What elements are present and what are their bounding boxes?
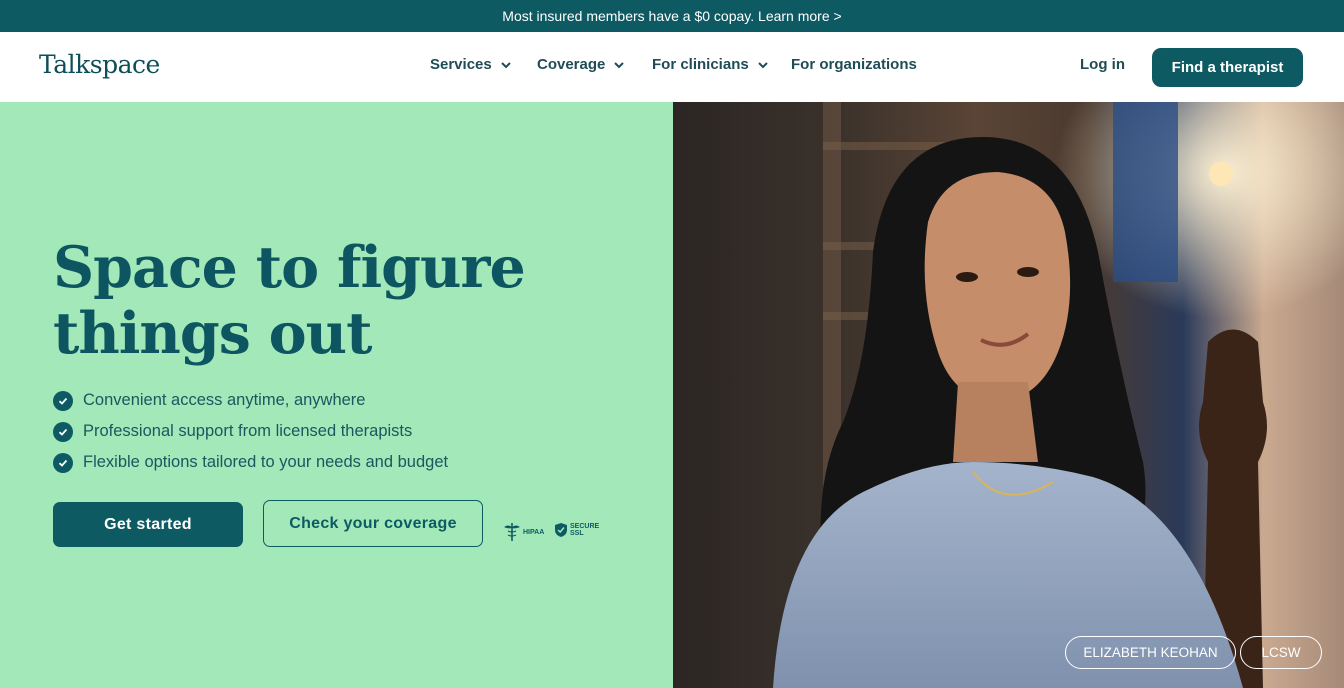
therapist-name-caption: ELIZABETH KEOHAN	[1065, 636, 1236, 669]
hipaa-text: HIPAA	[523, 528, 545, 536]
hipaa-badge: HIPAA	[503, 522, 544, 542]
ssl-text-line-2: SSL	[570, 530, 584, 537]
login-link[interactable]: Log in	[1080, 56, 1125, 73]
nav-item-for-clinicians[interactable]: For clinicians	[652, 56, 769, 73]
get-started-button[interactable]: Get started	[53, 502, 243, 547]
hero-panel: Space to figure things out Convenient ac…	[0, 102, 673, 688]
check-circle-icon	[53, 390, 73, 411]
benefit-item: Flexible options tailored to your needs …	[53, 447, 448, 478]
benefit-text: Flexible options tailored to your needs …	[83, 453, 449, 471]
check-coverage-button[interactable]: Check your coverage	[263, 500, 483, 547]
nav-item-for-organizations[interactable]: For organizations	[791, 56, 917, 73]
chevron-down-icon	[501, 61, 511, 68]
therapist-credential-caption: LCSW	[1240, 636, 1322, 669]
chevron-down-icon	[757, 61, 768, 68]
top-banner-link[interactable]: Most insured members have a $0 copay. Le…	[0, 0, 1344, 32]
nav-item-label: Coverage	[537, 56, 606, 73]
hero-photo: ELIZABETH KEOHAN LCSW	[673, 102, 1344, 688]
nav-item-label: For organizations	[791, 56, 917, 73]
benefit-item: Convenient access anytime, anywhere	[53, 385, 448, 416]
find-therapist-button[interactable]: Find a therapist	[1152, 48, 1303, 87]
caduceus-icon	[504, 523, 520, 541]
banner-text: Most insured members have a $0 copay. Le…	[502, 8, 842, 24]
benefit-item: Professional support from licensed thera…	[53, 416, 448, 447]
therapist-portrait-image	[673, 102, 1344, 688]
nav-item-label: For clinicians	[652, 56, 749, 73]
headline-line-2: things out	[53, 300, 372, 367]
hero-headline: Space to figure things out	[53, 235, 613, 367]
ssl-text-line-1: SECURE	[570, 523, 600, 530]
shield-check-icon	[555, 523, 567, 537]
ssl-text: SECURE SSL	[570, 523, 599, 537]
benefit-list: Convenient access anytime, anywhere Prof…	[53, 385, 448, 478]
nav-item-coverage[interactable]: Coverage	[537, 56, 625, 73]
chevron-down-icon	[614, 61, 625, 68]
benefit-text: Professional support from licensed thera…	[83, 422, 413, 440]
nav-item-label: Services	[430, 56, 492, 73]
check-circle-icon	[53, 421, 73, 442]
headline-line-1: Space to figure	[53, 234, 526, 301]
secure-ssl-badge: SECURE SSL	[554, 522, 599, 538]
main-nav: Talkspace Services Coverage For clinicia…	[0, 32, 1344, 102]
check-circle-icon	[53, 452, 73, 473]
nav-item-services[interactable]: Services	[430, 56, 512, 73]
benefit-text: Convenient access anytime, anywhere	[83, 391, 366, 409]
talkspace-logo[interactable]: Talkspace	[39, 50, 160, 79]
